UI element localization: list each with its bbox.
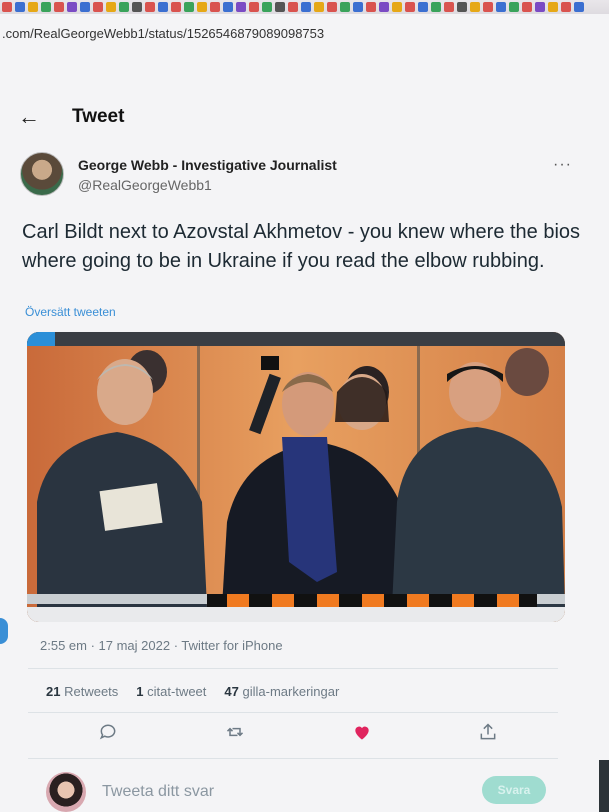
screen-edge	[599, 760, 609, 812]
translate-tweet-link[interactable]: Översätt tweeten	[25, 305, 116, 319]
tab-favicon[interactable]	[340, 2, 350, 12]
tab-favicon[interactable]	[288, 2, 298, 12]
tab-favicon[interactable]	[158, 2, 168, 12]
tab-favicon[interactable]	[561, 2, 571, 12]
tab-favicon[interactable]	[301, 2, 311, 12]
reply-button[interactable]: Svara	[482, 776, 546, 804]
tab-favicon[interactable]	[548, 2, 558, 12]
tab-favicon[interactable]	[145, 2, 155, 12]
tweet-timestamp[interactable]: 2:55 em · 17 maj 2022 · Twitter for iPho…	[40, 638, 283, 653]
tab-favicon[interactable]	[418, 2, 428, 12]
tab-favicon[interactable]	[353, 2, 363, 12]
tab-favicon[interactable]	[93, 2, 103, 12]
reply-composer: Svara	[46, 772, 566, 812]
arrow-left-icon[interactable]: ←	[18, 104, 72, 130]
retweets-count: 21	[46, 684, 61, 699]
edge-indicator	[0, 618, 8, 644]
divider	[28, 758, 558, 759]
tab-favicon[interactable]	[106, 2, 116, 12]
page-title: Tweet	[72, 106, 125, 127]
tab-favicon[interactable]	[535, 2, 545, 12]
tab-favicon[interactable]	[223, 2, 233, 12]
divider	[28, 712, 558, 713]
retweets-label: Retweets	[64, 684, 119, 699]
tab-favicon[interactable]	[171, 2, 181, 12]
tab-favicon[interactable]	[379, 2, 389, 12]
tab-favicon[interactable]	[262, 2, 272, 12]
tab-favicon[interactable]	[41, 2, 51, 12]
tab-favicon[interactable]	[54, 2, 64, 12]
avatar[interactable]	[46, 772, 86, 812]
tab-favicon[interactable]	[405, 2, 415, 12]
tab-favicon[interactable]	[132, 2, 142, 12]
tab-favicon[interactable]	[444, 2, 454, 12]
tweet-photo[interactable]	[27, 332, 565, 622]
url-text[interactable]: .com/RealGeorgeWebb1/status/152654687908…	[2, 26, 324, 41]
tweet-author: George Webb - Investigative Journalist @…	[20, 152, 600, 202]
quotes-label: citat-tweet	[147, 684, 207, 699]
tab-favicon[interactable]	[275, 2, 285, 12]
tweet-text: Carl Bildt next to Azovstal Akhmetov - y…	[22, 221, 581, 272]
browser-tab-strip[interactable]	[0, 0, 609, 14]
address-bar[interactable]: .com/RealGeorgeWebb1/status/152654687908…	[0, 26, 609, 48]
tweet-header: ← Tweet	[18, 104, 124, 130]
tweet-stats: 21 Retweets 1 citat-tweet 47 gilla-marke…	[46, 684, 339, 699]
reply-icon[interactable]	[98, 722, 118, 747]
tab-favicon[interactable]	[28, 2, 38, 12]
author-name[interactable]: George Webb - Investigative Journalist	[78, 157, 337, 173]
reply-input[interactable]	[102, 780, 362, 804]
photo-illustration	[27, 332, 565, 622]
tab-favicon[interactable]	[210, 2, 220, 12]
likes-count: 47	[224, 684, 239, 699]
tab-favicon[interactable]	[2, 2, 12, 12]
avatar[interactable]	[20, 152, 64, 196]
retweet-icon[interactable]	[225, 722, 245, 747]
tab-favicon[interactable]	[67, 2, 77, 12]
tab-favicon[interactable]	[366, 2, 376, 12]
tab-favicon[interactable]	[314, 2, 324, 12]
author-handle[interactable]: @RealGeorgeWebb1	[78, 177, 212, 193]
likes-label: gilla-markeringar	[242, 684, 340, 699]
tab-favicon[interactable]	[236, 2, 246, 12]
heart-icon[interactable]	[352, 722, 372, 747]
tab-favicon[interactable]	[457, 2, 467, 12]
more-horizontal-icon[interactable]: ···	[553, 156, 572, 174]
divider	[28, 668, 558, 669]
tab-favicon[interactable]	[392, 2, 402, 12]
tab-favicon[interactable]	[431, 2, 441, 12]
tab-favicon[interactable]	[197, 2, 207, 12]
tab-favicon[interactable]	[327, 2, 337, 12]
quotes-count: 1	[136, 684, 144, 699]
tab-favicon[interactable]	[509, 2, 519, 12]
share-icon[interactable]	[478, 722, 498, 747]
tab-favicon[interactable]	[184, 2, 194, 12]
tab-favicon[interactable]	[15, 2, 25, 12]
tab-favicon[interactable]	[119, 2, 129, 12]
tab-favicon[interactable]	[483, 2, 493, 12]
tab-favicon[interactable]	[574, 2, 584, 12]
quotes-stat[interactable]: 1 citat-tweet	[136, 684, 206, 699]
tab-favicon[interactable]	[522, 2, 532, 12]
retweets-stat[interactable]: 21 Retweets	[46, 684, 118, 699]
tab-favicon[interactable]	[496, 2, 506, 12]
tweet-actions	[0, 722, 609, 746]
tab-favicon[interactable]	[80, 2, 90, 12]
tab-favicon[interactable]	[249, 2, 259, 12]
tab-favicon[interactable]	[470, 2, 480, 12]
likes-stat[interactable]: 47 gilla-markeringar	[224, 684, 339, 699]
